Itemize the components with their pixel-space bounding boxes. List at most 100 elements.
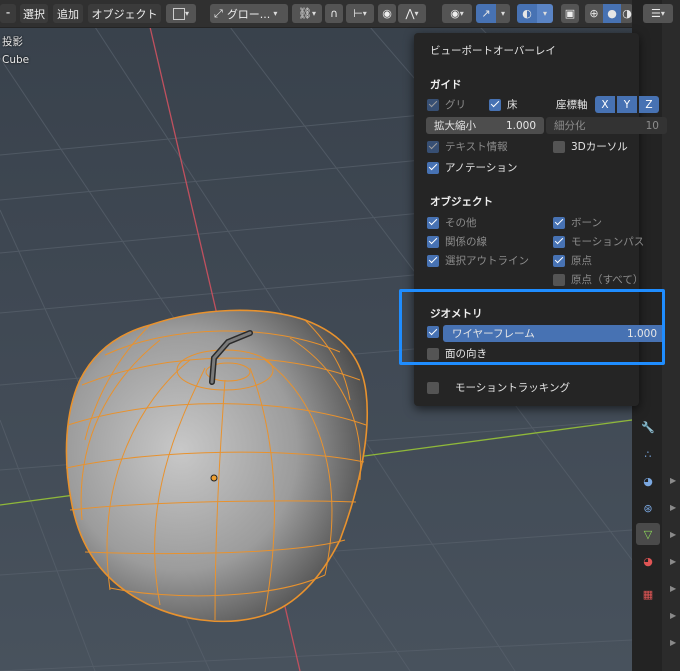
proportional-edit-icon: ◉ bbox=[382, 7, 392, 20]
material-icon: ◕ bbox=[643, 554, 653, 568]
checkbox-icon bbox=[553, 254, 565, 267]
panel-expand-icon[interactable]: ▶ bbox=[670, 584, 676, 593]
relationship-lines-label: 関係の線 bbox=[445, 236, 487, 248]
outline-selected-checkbox[interactable]: 選択アウトライン bbox=[427, 253, 529, 268]
overlay-icon: ◐ bbox=[522, 7, 532, 20]
checkbox-icon bbox=[427, 140, 439, 153]
motion-paths-label: モーションパス bbox=[571, 236, 645, 248]
checkbox-icon bbox=[427, 98, 439, 111]
constraint-icon: ⊛ bbox=[643, 501, 653, 515]
tab-object-data[interactable]: ▽ bbox=[636, 523, 660, 545]
extras-label: その他 bbox=[445, 217, 477, 229]
view-menu-button[interactable]: ⁃ bbox=[0, 4, 16, 23]
visibility-dropdown[interactable]: ◉ ▾ bbox=[442, 4, 472, 23]
transform-orientation-dropdown[interactable]: ⤢ グロー... ▾ bbox=[210, 4, 288, 23]
motion-tracking-checkbox[interactable]: モーショントラッキング bbox=[427, 380, 570, 395]
axis-x-toggle[interactable]: X bbox=[595, 96, 615, 113]
wireframe-shading-button[interactable]: ⊕ bbox=[585, 4, 603, 23]
snap-toggle[interactable]: ∩ bbox=[325, 4, 343, 23]
eye-icon: ◉ bbox=[450, 7, 460, 20]
subdivisions-value: 10 bbox=[645, 119, 659, 132]
axis-y-toggle[interactable]: Y bbox=[617, 96, 637, 113]
overlay-toggle[interactable]: ◐ bbox=[517, 4, 537, 23]
orientation-icon: ⤢ bbox=[214, 6, 223, 20]
proportional-edit-toggle[interactable]: ◉ bbox=[378, 4, 396, 23]
falloff-curve-icon: ⋀ bbox=[405, 7, 415, 20]
scale-field[interactable]: 拡大縮小 1.000 bbox=[426, 117, 544, 134]
grid-checkbox[interactable]: グリ bbox=[427, 97, 466, 112]
checkbox-icon bbox=[427, 216, 439, 229]
object-menu[interactable]: オブジェクト bbox=[88, 4, 161, 23]
panel-expand-icon[interactable]: ▶ bbox=[670, 557, 676, 566]
snap-dropdown[interactable]: ⊢ ▾ bbox=[346, 4, 374, 23]
floor-label: 床 bbox=[507, 99, 518, 111]
falloff-dropdown[interactable]: ⋀ ▾ bbox=[398, 4, 426, 23]
origins-all-checkbox[interactable]: 原点（すべて） bbox=[553, 272, 643, 287]
panel-expand-icon[interactable]: ▶ bbox=[670, 611, 676, 620]
tab-texture[interactable]: ▦ bbox=[636, 583, 660, 605]
panel-expand-icon[interactable]: ▶ bbox=[670, 476, 676, 485]
annotations-checkbox[interactable]: アノテーション bbox=[427, 160, 517, 175]
pivot-icon: ⛓ bbox=[298, 7, 312, 20]
transform-orientation-label: グロー... bbox=[226, 7, 271, 21]
panel-expand-icon[interactable]: ▶ bbox=[670, 503, 676, 512]
object-mode-icon bbox=[172, 7, 185, 20]
axis-z-toggle[interactable]: Z bbox=[639, 96, 659, 113]
shading-group: ⊕ ● ◑ bbox=[585, 4, 633, 23]
gizmo-group: ↗ ▾ bbox=[476, 4, 510, 23]
annotations-label: アノテーション bbox=[445, 162, 518, 174]
gizmo-toggle[interactable]: ↗ bbox=[476, 4, 496, 23]
wireframe-sphere-icon: ⊕ bbox=[589, 7, 599, 20]
objects-section-header: オブジェクト bbox=[430, 196, 493, 208]
origins-checkbox[interactable]: 原点 bbox=[553, 253, 592, 268]
motion-tracking-label: モーショントラッキング bbox=[455, 382, 570, 394]
tab-material[interactable]: ◕ bbox=[636, 550, 660, 572]
solid-sphere-icon: ● bbox=[607, 7, 617, 20]
panel-expand-icon[interactable]: ▶ bbox=[670, 530, 676, 539]
tab-modifiers[interactable]: 🔧 bbox=[636, 416, 660, 438]
bones-checkbox[interactable]: ボーン bbox=[553, 215, 602, 230]
tab-constraints[interactable]: ⊛ bbox=[636, 497, 660, 519]
tab-particles[interactable]: ∴ bbox=[636, 443, 660, 465]
subdivisions-field[interactable]: 細分化 10 bbox=[546, 117, 667, 134]
floor-checkbox[interactable]: 床 bbox=[489, 97, 518, 112]
solid-shading-button[interactable]: ● bbox=[603, 4, 621, 23]
3d-cursor-checkbox[interactable]: 3Dカーソル bbox=[553, 139, 628, 154]
origins-all-label: 原点（すべて） bbox=[571, 274, 644, 286]
xray-icon: ▣ bbox=[564, 7, 576, 20]
snap-increment-icon: ⊢ bbox=[353, 7, 363, 20]
particles-icon: ∴ bbox=[644, 447, 652, 461]
panel-expand-icon[interactable]: ▶ bbox=[670, 638, 676, 647]
xray-toggle[interactable]: ▣ bbox=[561, 4, 579, 23]
popover-title: ビューポートオーバーレイ bbox=[430, 45, 556, 57]
wrench-icon: 🔧 bbox=[641, 420, 655, 434]
checkbox-icon bbox=[427, 254, 439, 267]
tab-physics[interactable]: ◕ bbox=[636, 470, 660, 492]
overlay-dropdown[interactable]: ▾ bbox=[537, 4, 553, 23]
menu-icon: ⁃ bbox=[5, 7, 11, 20]
bones-label: ボーン bbox=[571, 217, 602, 229]
checkbox-icon bbox=[553, 273, 565, 286]
object-name-label: Cube bbox=[2, 54, 30, 66]
select-menu[interactable]: 選択 bbox=[20, 4, 48, 23]
grid-label: グリ bbox=[445, 99, 466, 111]
gizmo-dropdown[interactable]: ▾ bbox=[496, 4, 510, 23]
add-menu[interactable]: 追加 bbox=[53, 4, 83, 23]
checkbox-icon bbox=[553, 235, 565, 248]
text-info-checkbox[interactable]: テキスト情報 bbox=[427, 139, 508, 154]
checkbox-icon bbox=[427, 235, 439, 248]
extras-checkbox[interactable]: その他 bbox=[427, 215, 477, 230]
editor-type-dropdown[interactable]: ☰ ▾ bbox=[643, 4, 673, 23]
relationship-lines-checkbox[interactable]: 関係の線 bbox=[427, 234, 487, 249]
mode-dropdown[interactable]: ▾ bbox=[166, 4, 196, 23]
checkbox-icon bbox=[427, 161, 439, 174]
motion-paths-checkbox[interactable]: モーションパス bbox=[553, 234, 644, 249]
overlay-group: ◐ ▾ bbox=[517, 4, 553, 23]
scale-value: 1.000 bbox=[505, 119, 536, 132]
geometry-highlight-frame bbox=[399, 289, 665, 365]
chevron-down-icon: ▾ bbox=[542, 9, 547, 18]
3d-cursor-label: 3Dカーソル bbox=[571, 141, 628, 153]
outliner-icon: ☰ bbox=[651, 7, 661, 20]
pivot-dropdown[interactable]: ⛓ ▾ bbox=[292, 4, 322, 23]
checkbox-icon bbox=[553, 140, 565, 153]
